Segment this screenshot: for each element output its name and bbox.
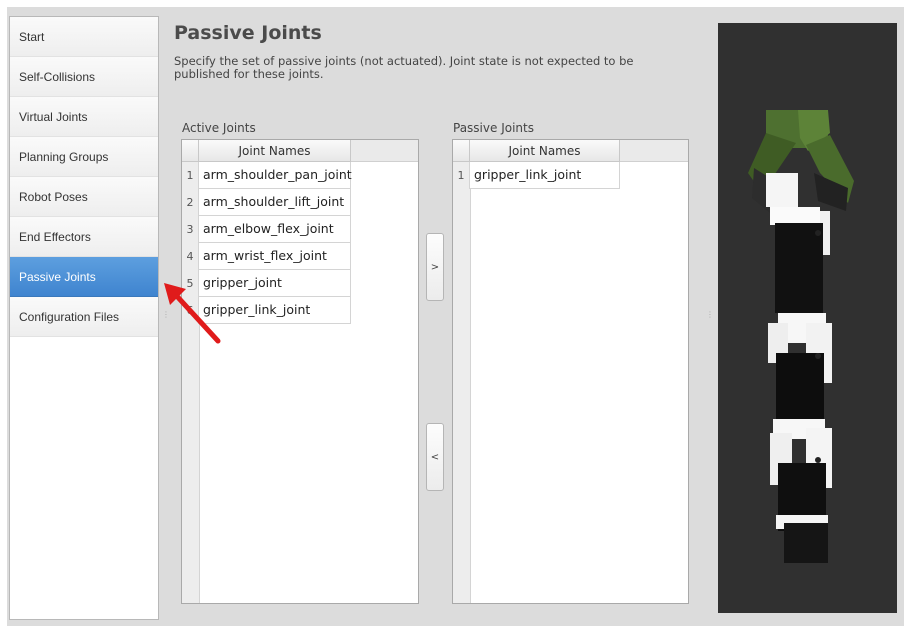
- joint-name-cell[interactable]: arm_shoulder_pan_joint: [199, 162, 352, 189]
- sidebar-item-planning-groups[interactable]: Planning Groups: [10, 137, 158, 177]
- active-joints-label: Active Joints: [182, 121, 256, 135]
- sidebar-item-end-effectors[interactable]: End Effectors: [10, 217, 158, 257]
- table-row[interactable]: 2 arm_shoulder_lift_joint: [182, 189, 351, 216]
- row-number: 2: [182, 189, 199, 216]
- page-description: Specify the set of passive joints (not a…: [174, 54, 634, 81]
- row-number: 1: [182, 162, 199, 189]
- table-corner: [453, 140, 470, 162]
- passive-joints-table[interactable]: Joint Names 1 gripper_link_joint: [452, 139, 689, 604]
- joint-name-cell[interactable]: arm_wrist_flex_joint: [199, 243, 351, 270]
- annotation-arrow-icon: [164, 283, 221, 344]
- sidebar-item-passive-joints[interactable]: Passive Joints: [10, 257, 158, 297]
- header-filler: [351, 140, 418, 162]
- move-to-passive-button[interactable]: >: [426, 233, 444, 301]
- sidebar-item-self-collisions[interactable]: Self-Collisions: [10, 57, 158, 97]
- joint-name-cell[interactable]: gripper_link_joint: [470, 162, 620, 189]
- sidebar-item-robot-poses[interactable]: Robot Poses: [10, 177, 158, 217]
- sidebar-item-start[interactable]: Start: [10, 17, 158, 57]
- row-number: 3: [182, 216, 199, 243]
- move-to-active-button[interactable]: <: [426, 423, 444, 491]
- table-row[interactable]: 1 gripper_link_joint: [453, 162, 620, 189]
- page-title: Passive Joints: [174, 22, 322, 44]
- robot-arm-model: [748, 110, 854, 563]
- viewer-splitter-handle[interactable]: ⋮: [706, 311, 714, 325]
- column-header-joint-names[interactable]: Joint Names: [199, 140, 351, 162]
- row-number: 4: [182, 243, 199, 270]
- robot-3d-viewer[interactable]: [718, 23, 897, 613]
- sidebar-nav: Start Self-Collisions Virtual Joints Pla…: [9, 16, 159, 620]
- joint-name-cell[interactable]: arm_shoulder_lift_joint: [199, 189, 351, 216]
- active-joints-table[interactable]: Joint Names 1 arm_shoulder_pan_joint 2 a…: [181, 139, 419, 604]
- row-number: 1: [453, 162, 470, 189]
- sidebar-item-virtual-joints[interactable]: Virtual Joints: [10, 97, 158, 137]
- passive-joints-label: Passive Joints: [453, 121, 534, 135]
- row-header-column: [453, 140, 471, 603]
- table-row[interactable]: 1 arm_shoulder_pan_joint: [182, 162, 352, 189]
- joint-name-cell[interactable]: arm_elbow_flex_joint: [199, 216, 351, 243]
- table-row[interactable]: 3 arm_elbow_flex_joint: [182, 216, 351, 243]
- column-header-joint-names[interactable]: Joint Names: [470, 140, 620, 162]
- sidebar-item-configuration-files[interactable]: Configuration Files: [10, 297, 158, 337]
- table-corner: [182, 140, 199, 162]
- header-filler: [620, 140, 688, 162]
- table-row[interactable]: 4 arm_wrist_flex_joint: [182, 243, 351, 270]
